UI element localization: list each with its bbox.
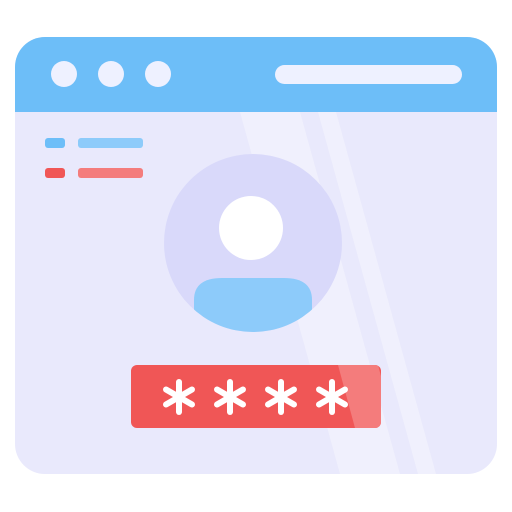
window-dot-icon[interactable] — [51, 61, 77, 87]
illustration-canvas — [0, 0, 512, 512]
line-blue-long — [78, 138, 143, 148]
address-bar[interactable] — [275, 65, 462, 84]
line-red-long — [78, 168, 143, 178]
line-blue-short — [45, 138, 65, 148]
login-window-illustration — [15, 37, 497, 474]
avatar-head — [219, 196, 283, 260]
window-dot-icon[interactable] — [145, 61, 171, 87]
password-field[interactable] — [131, 365, 395, 428]
line-red-short — [45, 168, 65, 178]
window-dot-icon[interactable] — [98, 61, 124, 87]
